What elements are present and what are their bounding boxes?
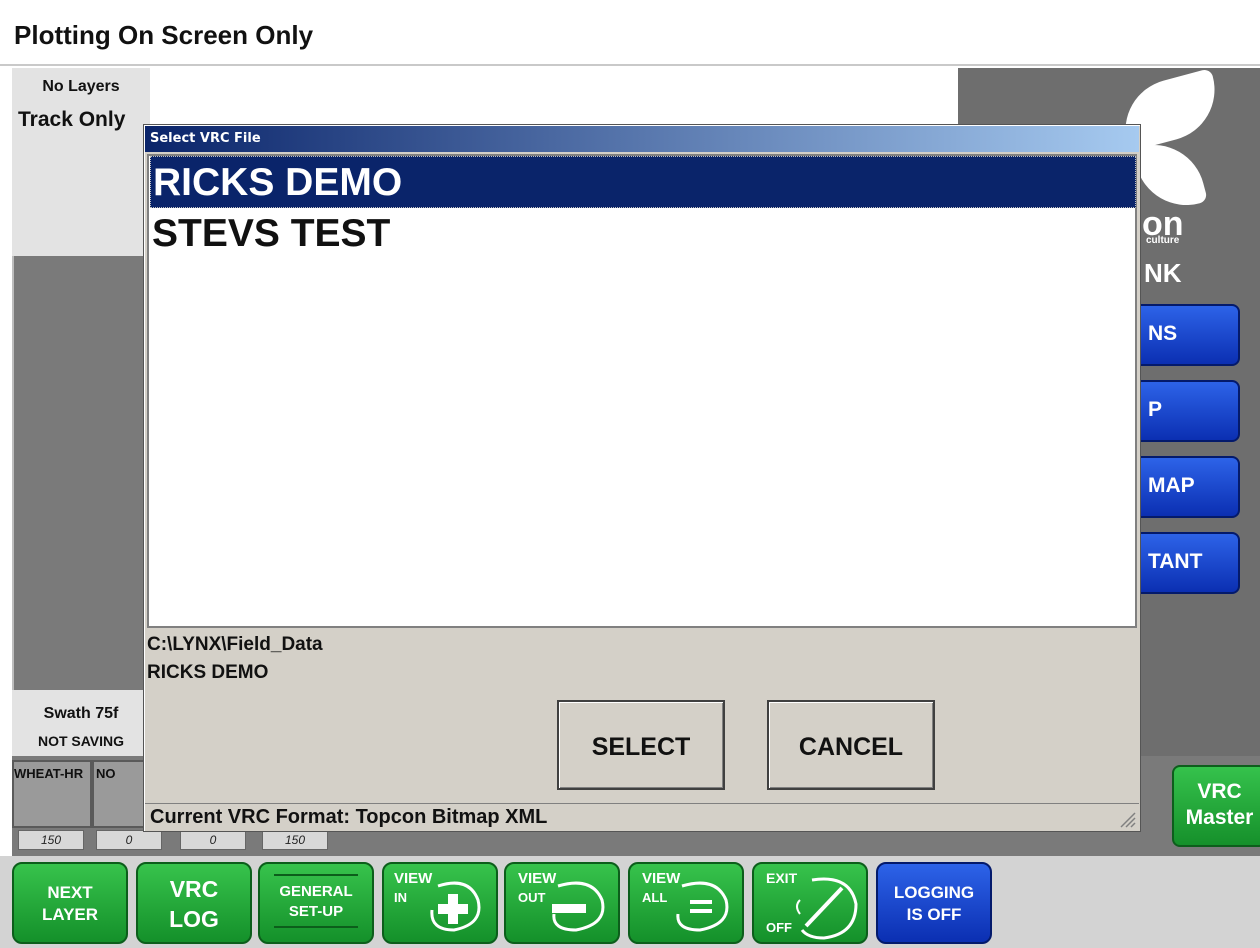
zoom-in-icon [430, 881, 481, 932]
layer-info-panel [12, 68, 150, 256]
button-line: GENERAL [279, 883, 353, 900]
swath-label: Swath 75f [43, 705, 119, 722]
selected-file-name: RICKS DEMO [147, 662, 269, 683]
button-line: VRC [169, 876, 219, 902]
button-line: NEXT [47, 883, 93, 902]
vrc-log-button[interactable]: VRC LOG [136, 862, 252, 944]
logo-subtext: culture [1146, 235, 1180, 246]
select-button[interactable]: SELECT [557, 700, 725, 790]
dialog-title-bar[interactable] [145, 126, 1139, 152]
view-in-button[interactable]: VIEW IN [382, 862, 498, 944]
power-off-icon [796, 877, 858, 940]
track-label: Track Only [18, 108, 126, 131]
button-line: LOGGING [893, 883, 975, 902]
counter-value: 0 [96, 830, 162, 850]
counter-value: 150 [18, 830, 84, 850]
file-list-item[interactable]: STEVS TEST [150, 208, 1136, 260]
counter-label: NO [96, 766, 116, 781]
vrc-master-line2: Master [1185, 806, 1254, 829]
cancel-button[interactable]: CANCEL [767, 700, 935, 790]
button-line: IS OFF [906, 905, 962, 924]
button-line: LOG [169, 906, 219, 932]
layers-label: No Layers [42, 78, 120, 95]
resize-grip-icon[interactable] [1118, 810, 1136, 828]
vrc-master-button[interactable]: VRC Master [1172, 765, 1260, 847]
vrc-master-line1: VRC [1197, 780, 1242, 803]
counter-value: 150 [262, 830, 328, 850]
button-line: LAYER [41, 905, 99, 924]
dialog-title: Select VRC File [150, 131, 261, 146]
logging-toggle-button[interactable]: LOGGING IS OFF [876, 862, 992, 944]
button-line: OUT [518, 890, 546, 905]
folder-path: C:\LYNX\Field_Data [147, 634, 323, 655]
file-list-item[interactable]: RICKS DEMO [150, 156, 1136, 208]
saving-status: NOT SAVING [37, 733, 125, 749]
button-line: ALL [642, 890, 668, 905]
button-line: SET-UP [288, 903, 344, 920]
product-name: NK [1144, 258, 1182, 288]
view-out-button[interactable]: VIEW OUT [504, 862, 620, 944]
view-all-button[interactable]: VIEW ALL [628, 862, 744, 944]
counter-label: WHEAT-HR [14, 766, 84, 781]
page-title: Plotting On Screen Only [14, 20, 314, 50]
exit-button[interactable]: EXIT OFF [752, 862, 868, 944]
view-all-icon [676, 881, 729, 932]
button-line: IN [394, 890, 407, 905]
general-setup-button[interactable]: GENERAL SET-UP [258, 862, 374, 944]
next-layer-button[interactable]: NEXT LAYER [12, 862, 128, 944]
zoom-out-icon [552, 881, 605, 932]
vrc-format-status: Current VRC Format: Topcon Bitmap XML [150, 806, 548, 828]
counter-value: 0 [180, 830, 246, 850]
